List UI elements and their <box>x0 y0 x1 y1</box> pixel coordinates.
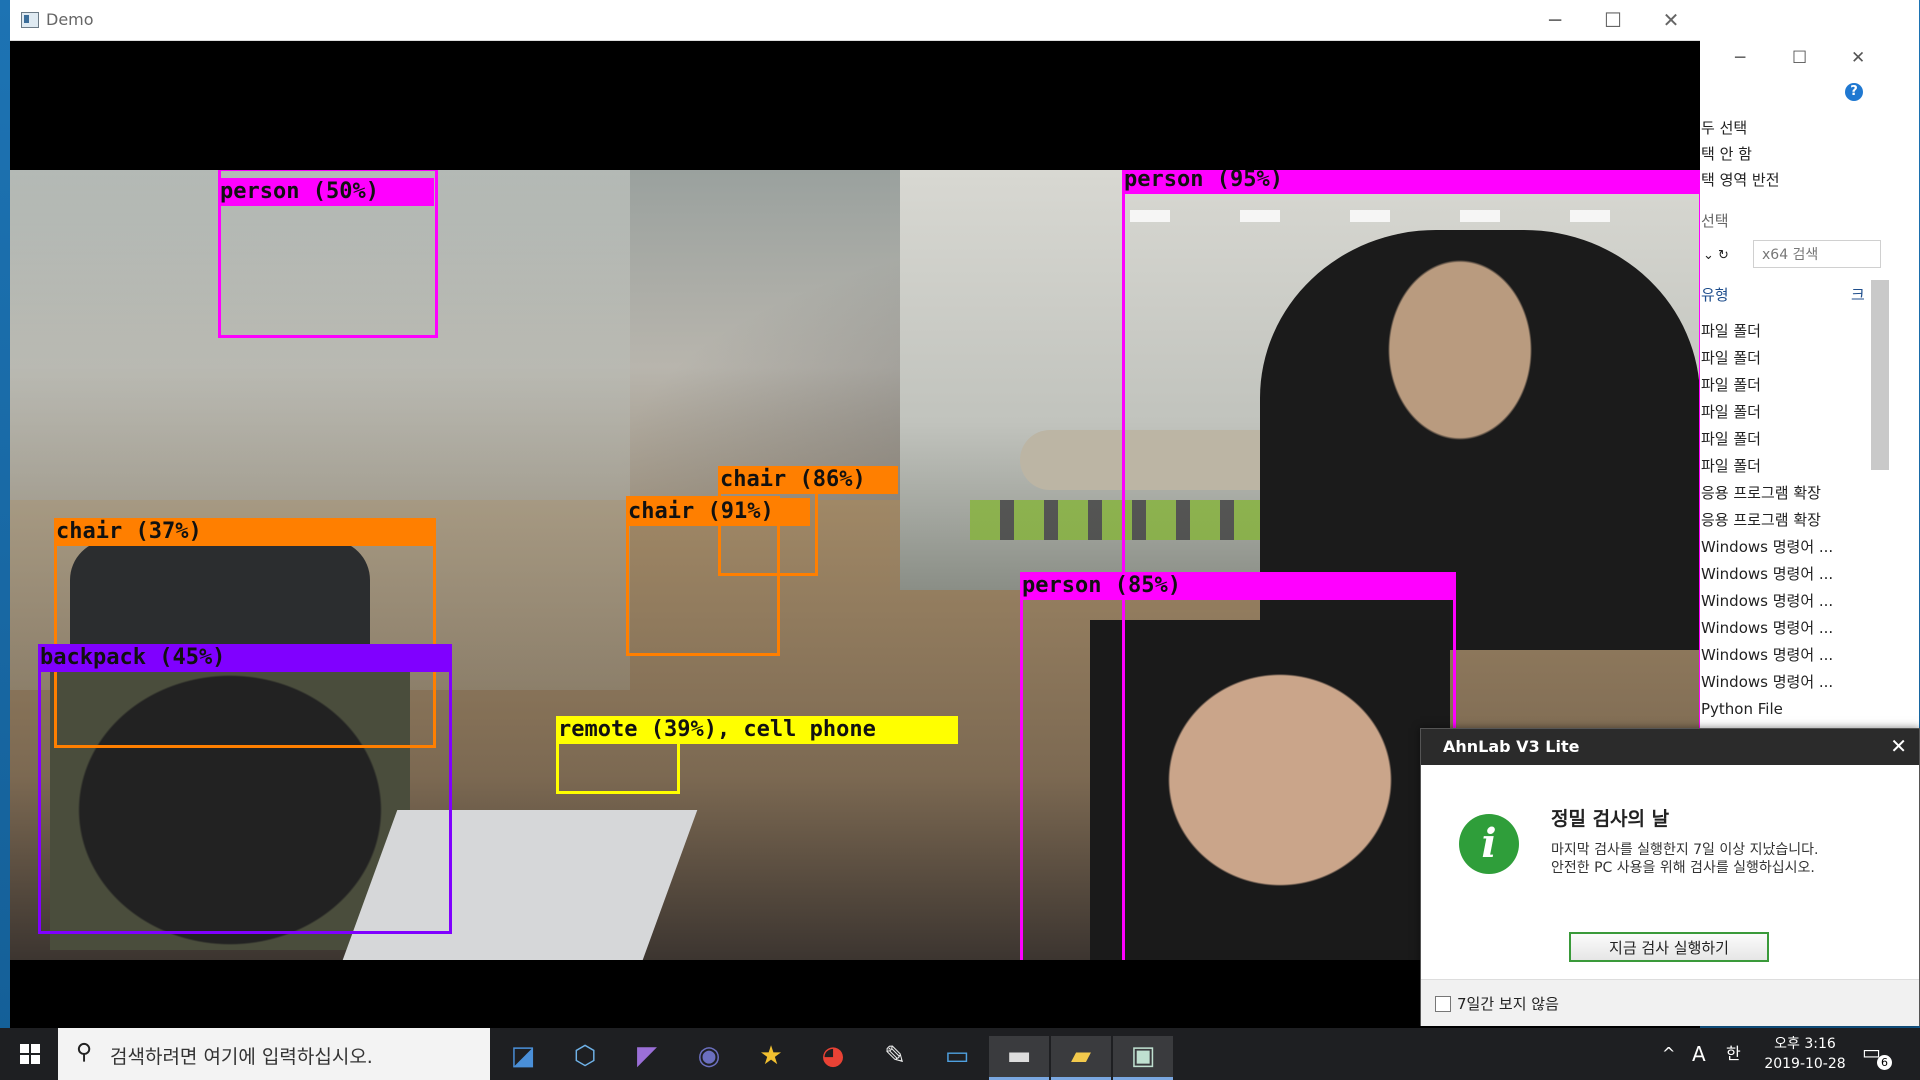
list-item[interactable]: 파일 폴더 <box>1701 453 1891 480</box>
ime-mode-han[interactable]: 한 <box>1726 1028 1741 1080</box>
clock-time: 오후 3:16 <box>1774 1036 1836 1052</box>
taskbar-search-box[interactable]: ⚲ 검색하려면 여기에 입력하십시오. <box>58 1028 490 1080</box>
detection-label: chair (91%) <box>626 498 810 526</box>
minimize-button[interactable]: ─ <box>1735 48 1745 68</box>
maximize-button[interactable]: ☐ <box>1792 48 1807 68</box>
clock[interactable]: 오후 3:16 2019-10-28 <box>1760 1034 1850 1074</box>
run-scan-button[interactable]: 지금 검사 실행하기 <box>1569 932 1769 962</box>
close-button[interactable]: ✕ <box>1851 48 1865 68</box>
notification-icon[interactable]: ▭ 6 <box>1862 1040 1892 1070</box>
ribbon-invert-selection[interactable]: 택 영역 반전 <box>1701 169 1780 190</box>
close-icon[interactable]: ✕ <box>1890 734 1907 758</box>
remote-desktop-icon[interactable]: ▭ <box>927 1036 987 1080</box>
ribbon-group-label: 선택 <box>1701 212 1729 230</box>
ime-mode-a[interactable]: A <box>1692 1028 1706 1080</box>
popup-heading: 정밀 검사의 날 <box>1551 808 1670 830</box>
list-item[interactable]: 파일 폴더 <box>1701 345 1891 372</box>
clock-date: 2019-10-28 <box>1764 1056 1846 1072</box>
window-title: Demo <box>46 10 94 29</box>
list-item[interactable]: 응용 프로그램 확장 <box>1701 480 1891 507</box>
detection-label: person (50%) <box>218 178 434 206</box>
visual-studio-icon[interactable]: ◤ <box>617 1036 677 1080</box>
eclipse-icon[interactable]: ◉ <box>679 1036 739 1080</box>
chrome-icon[interactable]: ◕ <box>803 1036 863 1080</box>
file-list: 파일 폴더 파일 폴더 파일 폴더 파일 폴더 파일 폴더 파일 폴더 응용 프… <box>1701 318 1891 723</box>
windows-logo-icon <box>20 1044 40 1064</box>
detection-label: chair (86%) <box>718 466 898 494</box>
list-item[interactable]: Windows 명령어 ... <box>1701 534 1891 561</box>
list-item[interactable]: Windows 명령어 ... <box>1701 561 1891 588</box>
list-item[interactable]: 파일 폴더 <box>1701 372 1891 399</box>
file-explorer-window[interactable]: ─ ☐ ✕ ^ 두 선택 택 안 함 택 영역 반전 선택 ⌄ ↻ x64 검색… <box>1690 0 1919 735</box>
list-item[interactable]: Windows 명령어 ... <box>1701 642 1891 669</box>
checkbox-label[interactable]: 7일간 보지 않음 <box>1457 993 1559 1014</box>
refresh-icon[interactable]: ⌄ ↻ <box>1703 248 1729 263</box>
popup-message: 마지막 검사를 실행한지 7일 이상 지났습니다. 안전한 PC 사용을 위해 … <box>1551 841 1818 877</box>
list-item[interactable]: Windows 명령어 ... <box>1701 615 1891 642</box>
list-item[interactable]: 파일 폴더 <box>1701 399 1891 426</box>
list-item[interactable]: Python File <box>1701 696 1891 723</box>
search-icon: ⚲ <box>76 1040 93 1065</box>
detection-box <box>1020 574 1456 960</box>
detection-label: person (85%) <box>1020 572 1456 600</box>
message-line: 마지막 검사를 실행한지 7일 이상 지났습니다. <box>1551 842 1819 858</box>
column-header-size[interactable]: 크 <box>1851 284 1865 305</box>
title-bar[interactable]: Demo ─ ☐ ✕ <box>10 0 1700 41</box>
popup-header: AhnLab V3 Lite ✕ <box>1421 729 1919 765</box>
close-button[interactable]: ✕ <box>1648 6 1694 34</box>
column-header-type[interactable]: 유형 <box>1701 284 1729 305</box>
start-button[interactable] <box>0 1028 58 1080</box>
message-line: 안전한 PC 사용을 위해 검사를 실행하십시오. <box>1551 860 1815 876</box>
list-item[interactable]: Windows 명령어 ... <box>1701 669 1891 696</box>
app-icon <box>21 12 39 28</box>
notification-count: 6 <box>1877 1055 1892 1070</box>
popup-footer: 7일간 보지 않음 <box>1421 979 1919 1026</box>
ribbon-select-all[interactable]: 두 선택 <box>1701 117 1747 138</box>
ahnlab-notification: AhnLab V3 Lite ✕ i 정밀 검사의 날 마지막 검사를 실행한지… <box>1420 728 1920 1026</box>
list-item[interactable]: 파일 폴더 <box>1701 426 1891 453</box>
list-item[interactable]: 파일 폴더 <box>1701 318 1891 345</box>
search-placeholder: 검색하려면 여기에 입력하십시오. <box>110 1046 373 1068</box>
detection-label: remote (39%), cell phone <box>556 716 958 744</box>
tray-chevron-icon[interactable]: ^ <box>1662 1028 1675 1080</box>
detection-label: chair (37%) <box>54 518 436 546</box>
virtualbox-icon[interactable]: ⬡ <box>555 1036 615 1080</box>
detection-label: backpack (45%) <box>38 644 452 672</box>
list-item[interactable]: Windows 명령어 ... <box>1701 588 1891 615</box>
info-icon: i <box>1459 814 1519 874</box>
taskbar: ⚲ 검색하려면 여기에 입력하십시오. ◪ ⬡ ◤ ◉ ★ ◕ ✎ ▭ ▬ ▰ … <box>0 1028 1920 1080</box>
popup-title: AhnLab V3 Lite <box>1443 737 1580 756</box>
dont-show-checkbox[interactable] <box>1435 996 1451 1012</box>
minimize-button[interactable]: ─ <box>1532 6 1578 34</box>
demo-app-icon[interactable]: ▣ <box>1113 1036 1173 1080</box>
detection-label: person (95%) <box>1122 170 1700 194</box>
list-item[interactable]: 응용 프로그램 확장 <box>1701 507 1891 534</box>
file-explorer-icon[interactable]: ▰ <box>1051 1036 1111 1080</box>
ribbon-select-none[interactable]: 택 안 함 <box>1701 143 1752 164</box>
detection-box <box>38 644 452 934</box>
star-app-icon[interactable]: ★ <box>741 1036 801 1080</box>
maximize-button[interactable]: ☐ <box>1590 6 1636 34</box>
pycharm-icon[interactable]: ◪ <box>493 1036 553 1080</box>
help-icon[interactable]: ? <box>1845 83 1863 101</box>
terminal-icon[interactable]: ▬ <box>989 1036 1049 1080</box>
paint-icon[interactable]: ✎ <box>865 1036 925 1080</box>
search-input[interactable]: x64 검색 <box>1753 240 1881 268</box>
